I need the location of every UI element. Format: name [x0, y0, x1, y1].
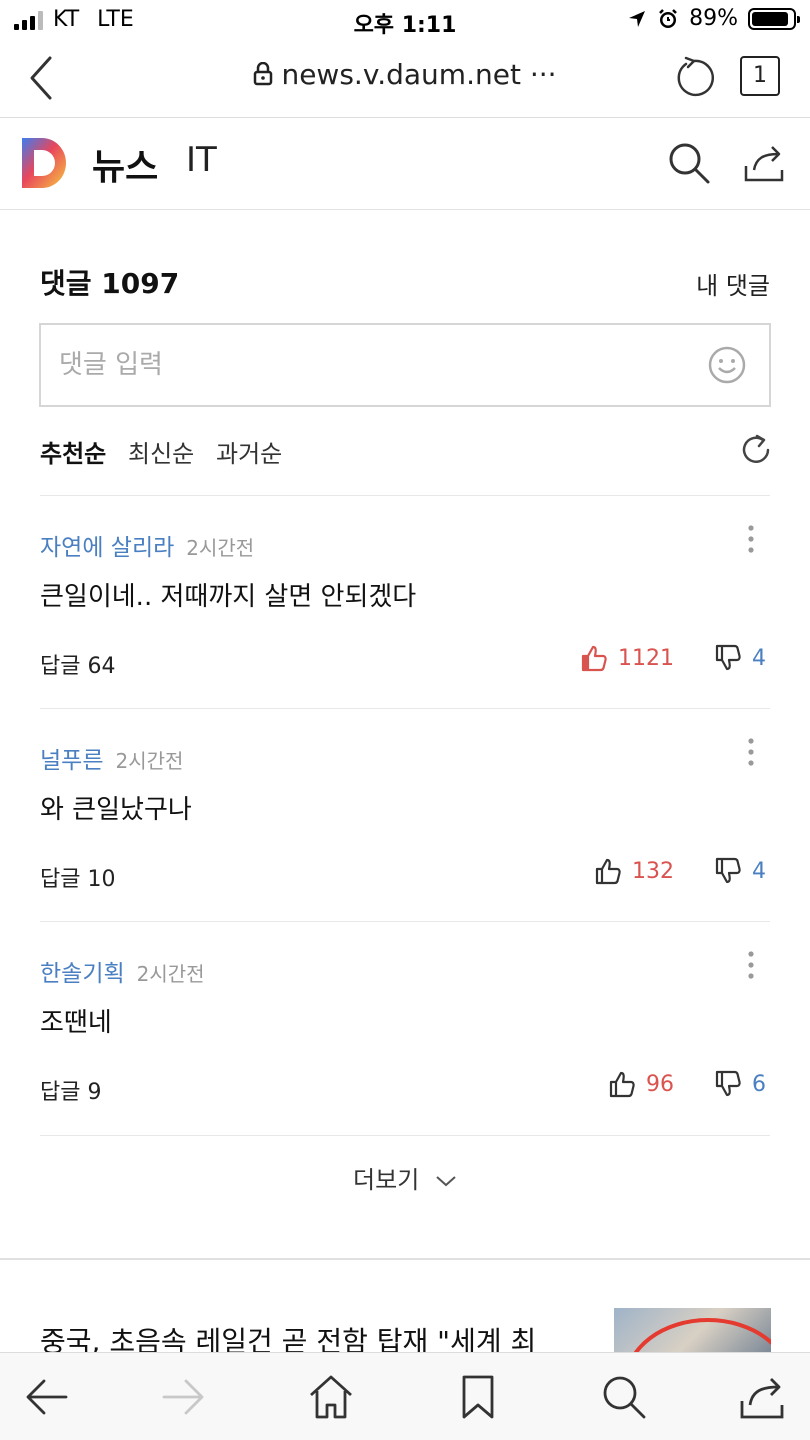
- reply-count[interactable]: 답글 64: [40, 648, 115, 680]
- reload-icon[interactable]: [672, 56, 716, 100]
- comment-author-line: 한솔기획 2시간전: [40, 954, 205, 988]
- dislike-button[interactable]: 4: [714, 857, 766, 885]
- dislike-button[interactable]: 4: [714, 644, 766, 672]
- comment-item: 자연에 살리라 2시간전 큰일이네.. 저때까지 살면 안되겠다 답글 64 11…: [40, 496, 770, 708]
- sort-latest[interactable]: 최신순: [128, 434, 194, 469]
- tabs-button[interactable]: 1: [740, 56, 780, 96]
- comment-input-box[interactable]: [39, 323, 771, 407]
- load-more-button[interactable]: 더보기: [0, 1160, 810, 1195]
- comment-author-line: 자연에 살리라 2시간전: [40, 528, 254, 562]
- my-comments-link[interactable]: 내 댓글: [696, 266, 770, 301]
- more-options-icon[interactable]: [746, 737, 756, 767]
- section-divider: [0, 1258, 810, 1260]
- chevron-down-icon: [436, 1176, 456, 1187]
- comments-header: 댓글 1097 내 댓글: [40, 262, 770, 302]
- thumbs-up-icon: [581, 645, 607, 672]
- dislike-count: 4: [752, 858, 766, 884]
- comment-body: 조땐네: [40, 1008, 112, 1038]
- home-icon[interactable]: [305, 1371, 357, 1423]
- daum-logo-icon[interactable]: [22, 138, 70, 188]
- like-count: 96: [646, 1071, 674, 1097]
- share-icon[interactable]: [736, 1371, 788, 1423]
- like-button[interactable]: 96: [608, 1070, 674, 1098]
- brand-title[interactable]: 뉴스: [92, 138, 158, 190]
- refresh-icon[interactable]: [738, 432, 774, 468]
- dislike-count: 6: [752, 1071, 766, 1097]
- search-icon[interactable]: [666, 140, 712, 186]
- dislike-button[interactable]: 6: [714, 1070, 766, 1098]
- more-options-icon[interactable]: [746, 524, 756, 554]
- share-icon[interactable]: [742, 140, 786, 184]
- thumbs-down-icon: [715, 1070, 741, 1097]
- comment-time: 2시간전: [136, 962, 205, 986]
- like-button[interactable]: 132: [594, 857, 674, 885]
- divider: [40, 1135, 770, 1136]
- like-count: 132: [632, 858, 674, 884]
- status-bar: KT LTE 오후 1:11 89%: [0, 0, 810, 40]
- reply-count[interactable]: 답글 10: [40, 861, 115, 893]
- lock-icon: [254, 62, 273, 86]
- comment-body: 큰일이네.. 저때까지 살면 안되겠다: [40, 582, 417, 612]
- thumbs-up-icon: [609, 1071, 635, 1098]
- sort-bar: 추천순 최신순 과거순: [40, 432, 770, 468]
- browser-toolbar: [0, 1352, 810, 1440]
- location-icon: [629, 10, 646, 27]
- comment-input[interactable]: [59, 325, 699, 405]
- like-count: 1121: [618, 645, 674, 671]
- bookmark-icon[interactable]: [452, 1371, 504, 1423]
- reply-count[interactable]: 답글 9: [40, 1074, 101, 1106]
- thumbs-up-icon: [595, 858, 621, 885]
- more-options-icon[interactable]: [746, 950, 756, 980]
- site-header: 뉴스 IT: [0, 118, 810, 210]
- load-more-label: 더보기: [353, 1166, 420, 1194]
- comment-time: 2시간전: [115, 749, 184, 773]
- battery-icon: [748, 7, 800, 30]
- like-button[interactable]: 1121: [580, 644, 674, 672]
- alarm-icon: [659, 8, 677, 28]
- battery-percent: 89%: [689, 6, 738, 31]
- sort-recommended[interactable]: 추천순: [40, 434, 106, 469]
- comment-item: 한솔기획 2시간전 조땐네 답글 9 96 6: [40, 922, 770, 1134]
- thumbs-down-icon: [715, 644, 741, 671]
- search-icon[interactable]: [598, 1371, 650, 1423]
- comment-body: 와 큰일났구나: [40, 795, 192, 825]
- comment-time: 2시간전: [186, 536, 255, 560]
- section-label[interactable]: IT: [186, 140, 217, 180]
- back-arrow-icon[interactable]: [22, 1371, 74, 1423]
- sort-oldest[interactable]: 과거순: [216, 434, 282, 469]
- comment-item: 널푸른 2시간전 와 큰일났구나 답글 10 132 4: [40, 709, 770, 921]
- url-text: news.v.daum.net ···: [281, 58, 557, 91]
- comment-author[interactable]: 한솔기획: [40, 961, 125, 987]
- emoji-icon[interactable]: [707, 345, 747, 385]
- thumbs-down-icon: [715, 857, 741, 884]
- forward-arrow-icon[interactable]: [156, 1371, 208, 1423]
- comment-author[interactable]: 널푸른: [40, 748, 103, 774]
- dislike-count: 4: [752, 645, 766, 671]
- comment-author[interactable]: 자연에 살리라: [40, 535, 174, 561]
- comment-author-line: 널푸른 2시간전: [40, 741, 183, 775]
- comments-title: 댓글 1097: [40, 267, 180, 300]
- browser-url-bar: news.v.daum.net ··· 1: [0, 40, 810, 118]
